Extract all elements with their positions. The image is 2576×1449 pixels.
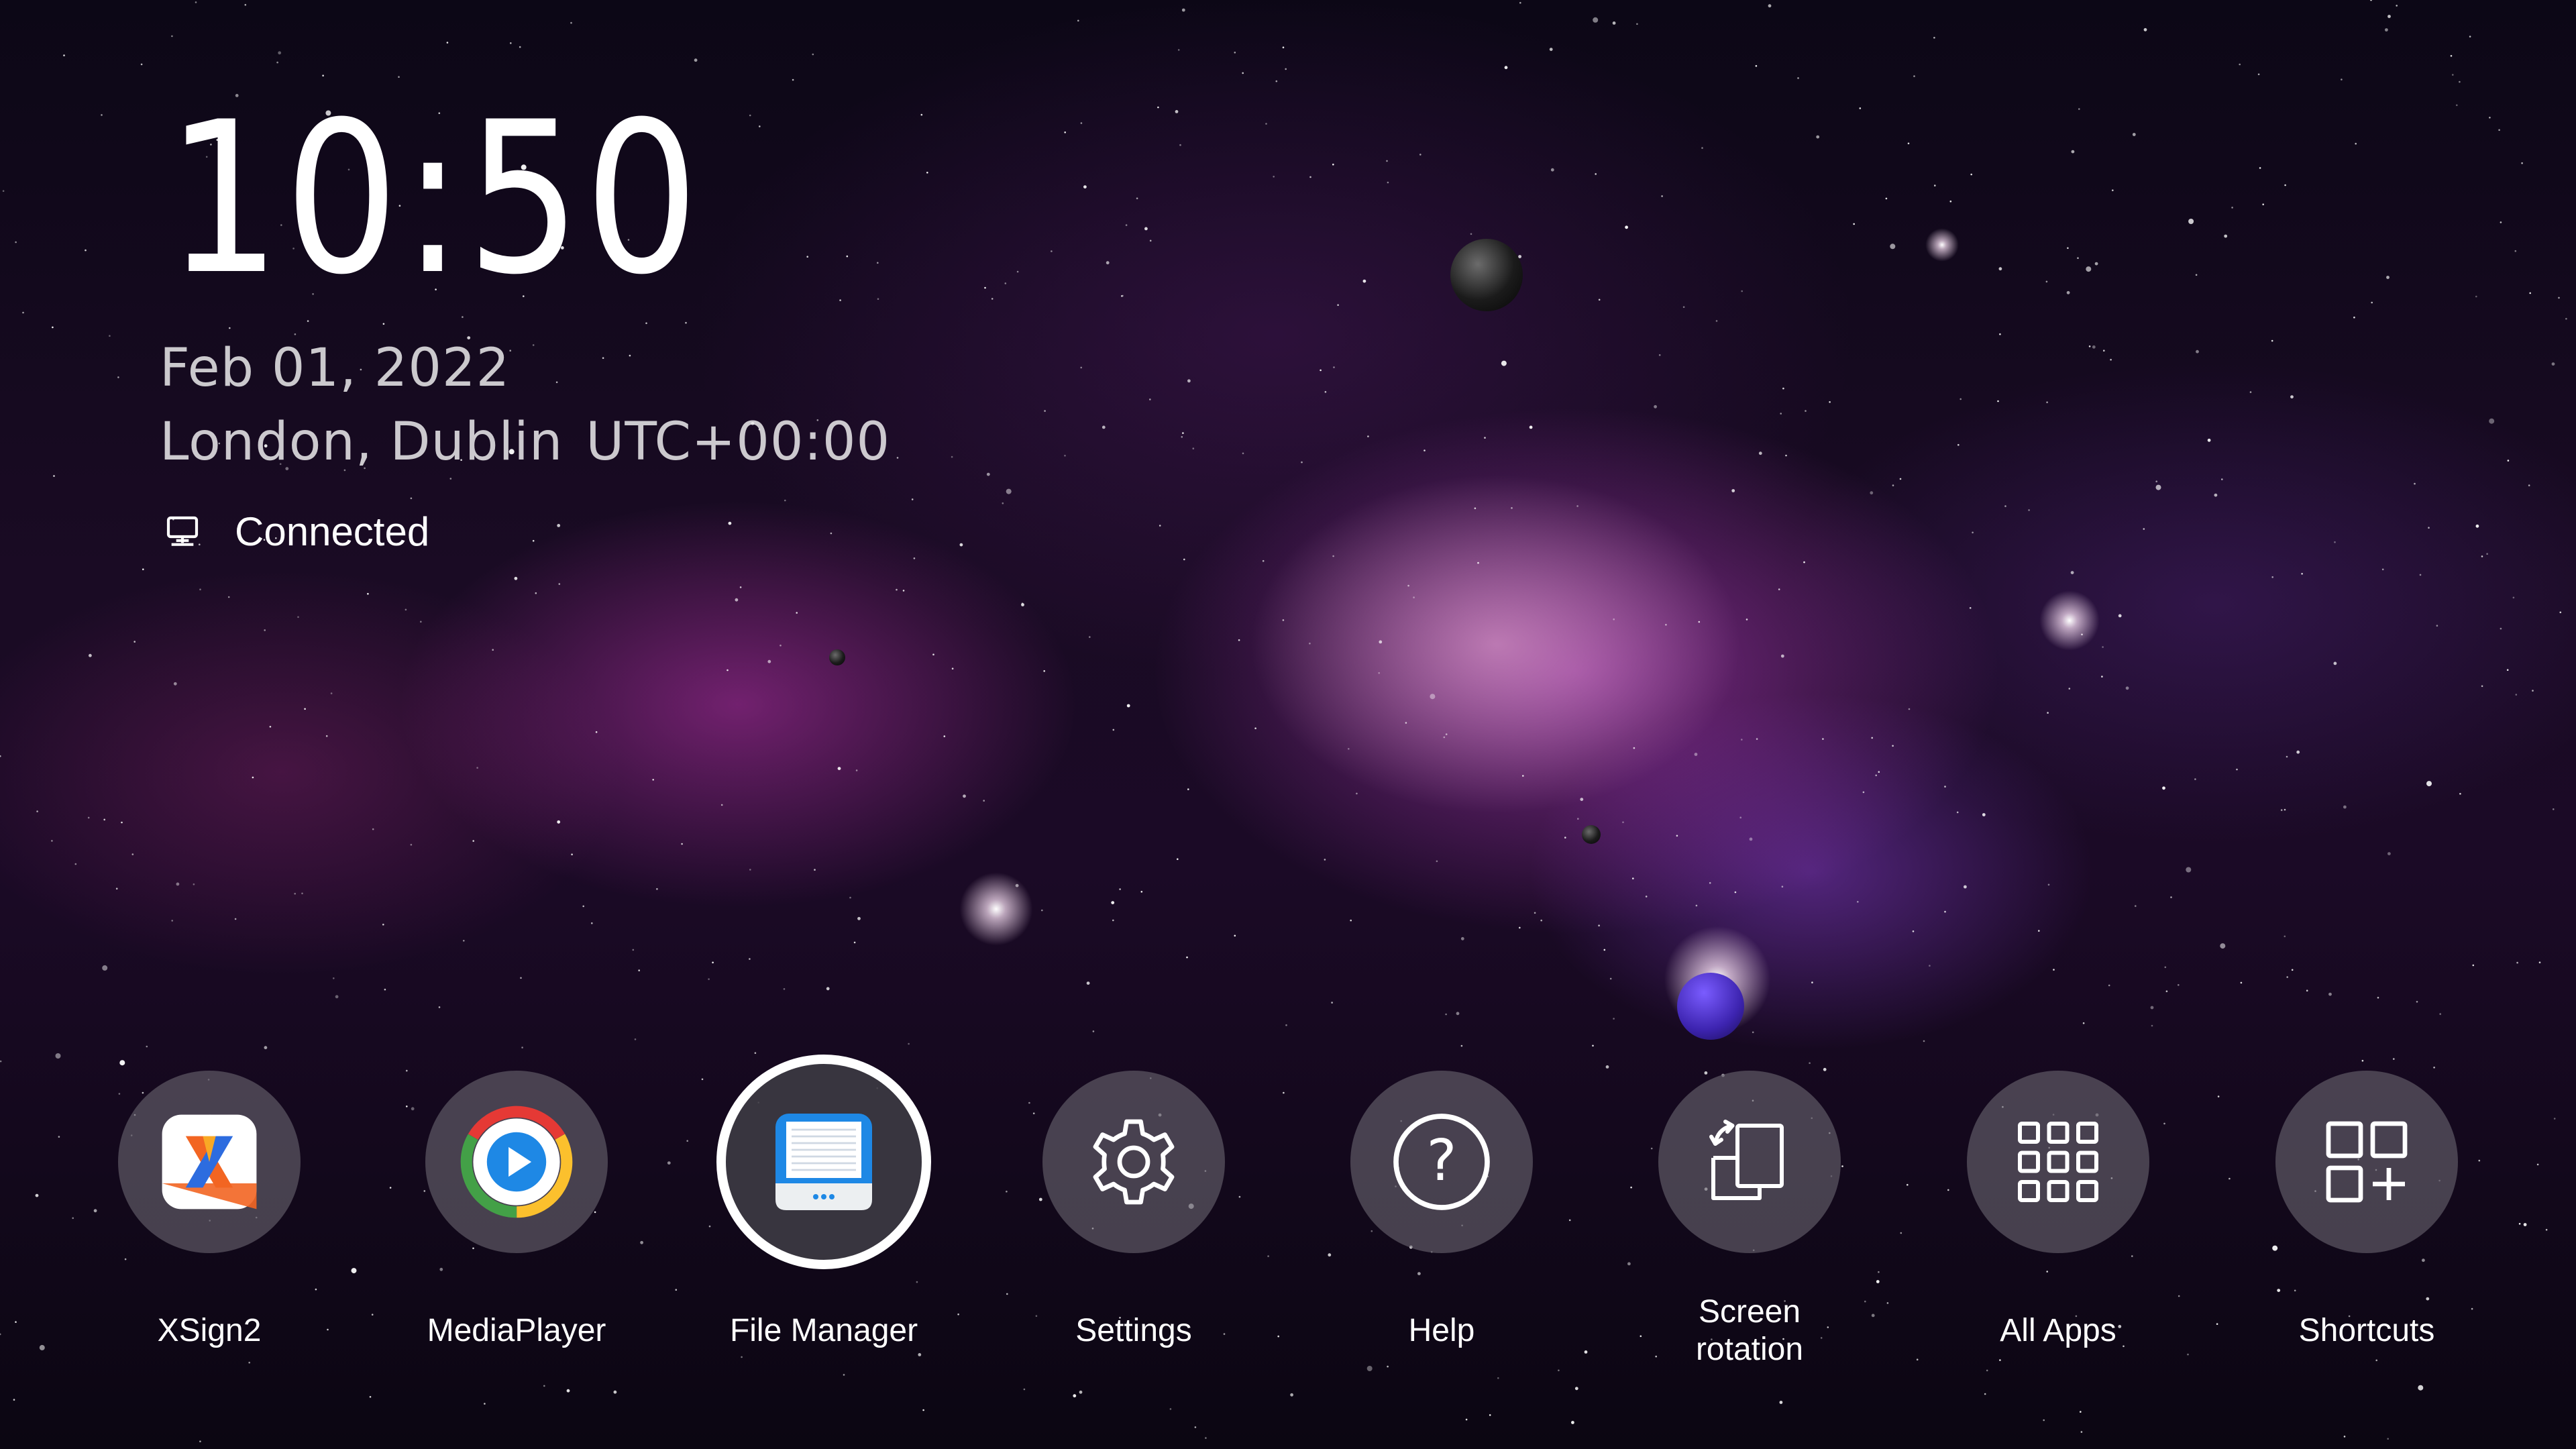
clock-time: 10:50 bbox=[166, 76, 703, 321]
app-icon-circle[interactable] bbox=[2275, 1071, 2458, 1253]
app-label: Shortcuts bbox=[2298, 1313, 2435, 1348]
app-label: File Manager bbox=[729, 1313, 918, 1348]
monitor-network-icon bbox=[166, 516, 199, 546]
screen-rotation-icon bbox=[1709, 1120, 1784, 1200]
bright-star bbox=[959, 872, 1033, 946]
planet bbox=[1450, 239, 1523, 311]
play-icon bbox=[460, 1106, 573, 1218]
app-label: MediaPlayer bbox=[427, 1313, 606, 1348]
app-icon-circle[interactable]: ? bbox=[1350, 1071, 1533, 1253]
xsign2-logo-icon bbox=[162, 1114, 257, 1210]
app-file-manager[interactable]: File Manager bbox=[696, 1055, 951, 1389]
timezone-offset: UTC+00:00 bbox=[586, 412, 891, 472]
app-dock: XSign2 MediaPlayer File Manager Settings… bbox=[0, 1055, 2576, 1389]
planet bbox=[829, 649, 845, 665]
app-label: Screen rotation bbox=[1622, 1293, 1877, 1368]
app-all-apps[interactable]: All Apps bbox=[1931, 1067, 2186, 1389]
app-help[interactable]: ? Help bbox=[1314, 1067, 1569, 1389]
app-screen-rotation[interactable]: Screen rotation bbox=[1622, 1067, 1877, 1389]
network-status-label: Connected bbox=[235, 509, 430, 554]
app-settings[interactable]: Settings bbox=[1006, 1067, 1261, 1389]
app-icon-circle[interactable] bbox=[118, 1071, 301, 1253]
timezone-city: London, Dublin bbox=[160, 412, 564, 472]
app-label: All Apps bbox=[2000, 1313, 2116, 1348]
home-screen: 10:50 Feb 01, 2022 London, Dublin UTC+00:… bbox=[0, 0, 2576, 1449]
app-icon-circle[interactable] bbox=[716, 1055, 931, 1269]
question-icon: ? bbox=[1393, 1114, 1490, 1210]
app-label: Settings bbox=[1075, 1313, 1192, 1348]
grid-icon bbox=[2018, 1122, 2098, 1202]
gear-icon bbox=[1093, 1119, 1175, 1205]
app-label: XSign2 bbox=[157, 1313, 262, 1348]
app-label: Help bbox=[1408, 1313, 1475, 1348]
folder-icon bbox=[775, 1114, 872, 1210]
add-shortcut-icon bbox=[2326, 1121, 2408, 1203]
timezone-text: London, Dublin UTC+00:00 bbox=[160, 412, 890, 472]
app-shortcuts[interactable]: Shortcuts bbox=[2239, 1067, 2494, 1389]
bright-star bbox=[1925, 228, 1959, 262]
planet bbox=[1677, 973, 1744, 1040]
svg-text:?: ? bbox=[1426, 1128, 1456, 1194]
app-icon-circle[interactable] bbox=[1967, 1071, 2149, 1253]
app-mediaplayer[interactable]: MediaPlayer bbox=[389, 1067, 644, 1389]
app-label-line2: rotation bbox=[1695, 1332, 1804, 1367]
bright-star bbox=[2039, 590, 2100, 651]
app-xsign2[interactable]: XSign2 bbox=[82, 1067, 337, 1389]
app-icon-circle[interactable] bbox=[1658, 1071, 1841, 1253]
date-text: Feb 01, 2022 bbox=[160, 338, 511, 398]
app-label-line1: Screen bbox=[1698, 1294, 1801, 1330]
app-icon-circle[interactable] bbox=[425, 1071, 608, 1253]
app-icon-circle[interactable] bbox=[1042, 1071, 1225, 1253]
network-status: Connected bbox=[164, 508, 429, 555]
planet bbox=[1582, 825, 1601, 844]
